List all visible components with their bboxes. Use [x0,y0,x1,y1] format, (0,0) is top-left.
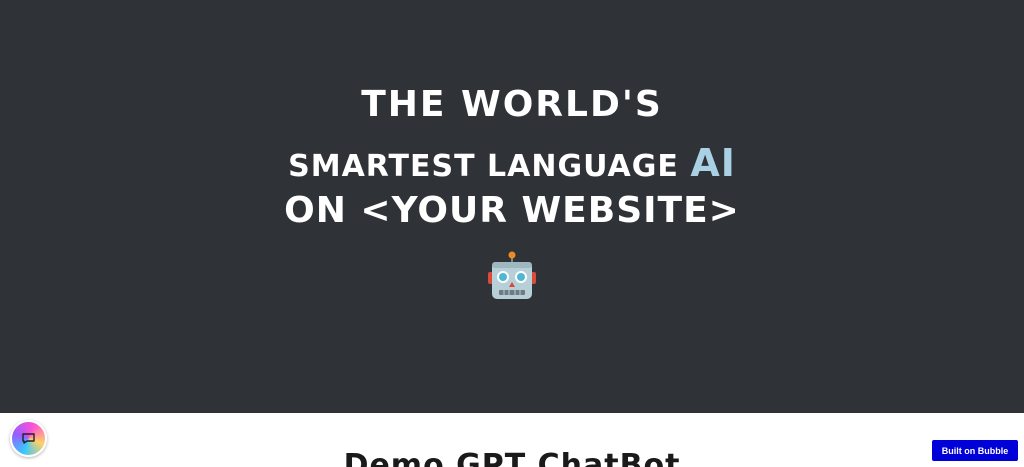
hero-line-2: SMARTEST LANGUAGE AI [0,141,1024,185]
hero-line-2-text: SMARTEST LANGUAGE [288,149,679,184]
built-on-bubble-label: Built on Bubble [941,445,1009,456]
demo-section-title: Demo GPT ChatBot [343,448,681,467]
hero-accent-ai: AI [690,141,736,185]
built-on-bubble-badge[interactable]: Built on Bubble [932,440,1018,461]
chat-launcher-button[interactable] [10,420,47,457]
chat-bubble-icon [22,433,35,444]
hero-line-1: THE WORLD'S [361,84,663,125]
hero-line-3: ON <YOUR WEBSITE> [284,190,740,231]
robot-icon [488,251,536,299]
hero-section: THE WORLD'S SMARTEST LANGUAGE AI ON <YOU… [0,0,1024,413]
